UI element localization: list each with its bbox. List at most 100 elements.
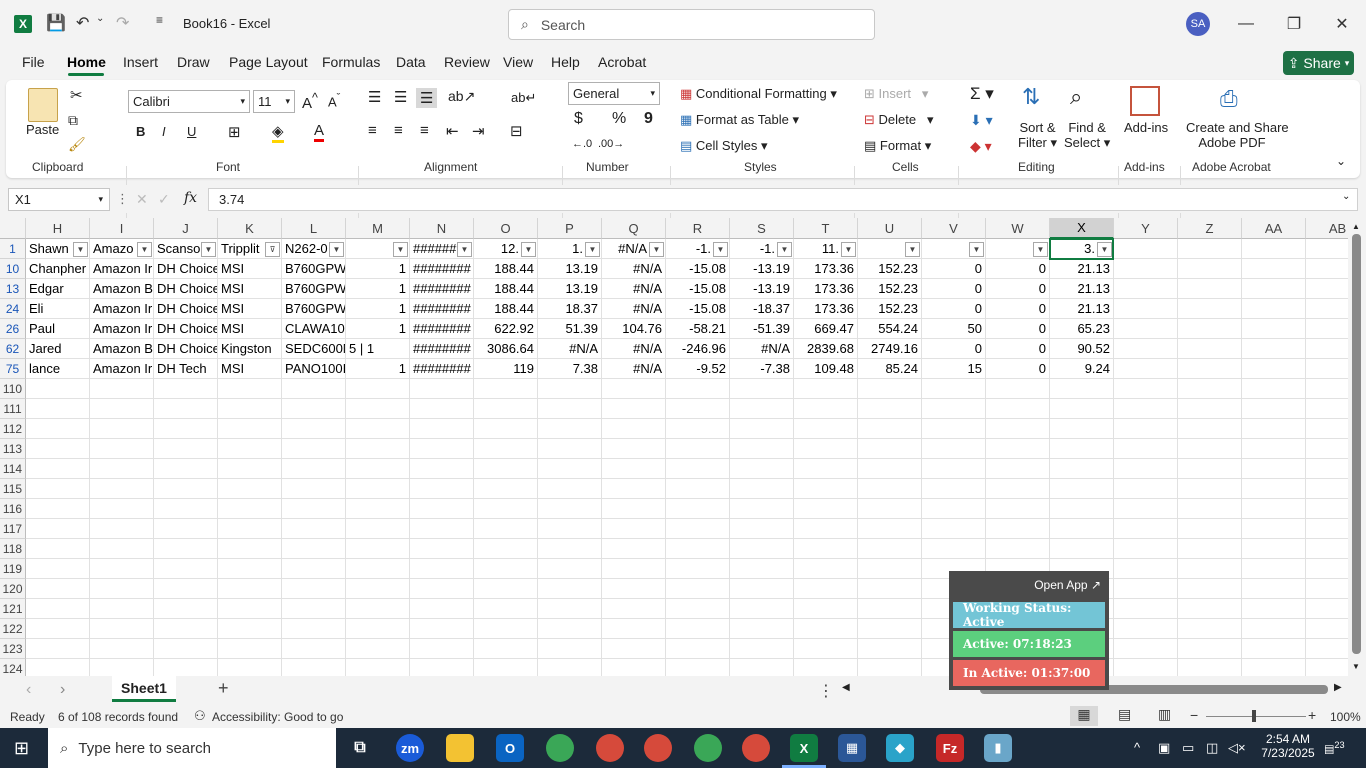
table-cell[interactable]: Amazon Ir (90, 259, 154, 279)
empty-cell[interactable] (1306, 639, 1348, 659)
row-header[interactable]: 1 (0, 239, 26, 259)
empty-cell[interactable] (1114, 579, 1178, 599)
empty-cell[interactable] (26, 439, 90, 459)
empty-cell[interactable] (218, 519, 282, 539)
table-cell[interactable]: Edgar (26, 279, 90, 299)
column-header-t[interactable]: T (794, 218, 858, 239)
italic-button[interactable]: I (162, 124, 166, 139)
empty-cell[interactable] (666, 439, 730, 459)
empty-cell[interactable] (1178, 259, 1242, 279)
empty-cell[interactable] (90, 659, 154, 676)
chrome-icon[interactable] (546, 734, 574, 762)
empty-cell[interactable] (1178, 499, 1242, 519)
font-name-select[interactable]: Calibri ▾ (128, 90, 250, 113)
file-explorer-icon[interactable] (446, 734, 474, 762)
empty-cell[interactable] (346, 619, 410, 639)
create-share-pdf-button[interactable]: Create and Share Adobe PDF (1186, 120, 1289, 150)
empty-cell[interactable] (346, 559, 410, 579)
tab-view[interactable]: View (503, 54, 533, 70)
empty-cell[interactable] (794, 599, 858, 619)
table-cell[interactable]: lance (26, 359, 90, 379)
column-header-h[interactable]: H (26, 218, 90, 239)
column-header-p[interactable]: P (538, 218, 602, 239)
table-cell[interactable]: 2749.16 (858, 339, 922, 359)
empty-cell[interactable] (602, 599, 666, 619)
cancel-entry-icon[interactable]: ✕ (136, 191, 148, 208)
empty-cell[interactable] (858, 419, 922, 439)
sheet-tab-sheet1[interactable]: Sheet1 (112, 676, 176, 702)
empty-cell[interactable] (1242, 339, 1306, 359)
empty-cell[interactable] (794, 419, 858, 439)
empty-cell[interactable] (90, 379, 154, 399)
empty-cell[interactable] (1114, 659, 1178, 676)
empty-cell[interactable] (1242, 579, 1306, 599)
table-cell[interactable]: 152.23 (858, 299, 922, 319)
empty-cell[interactable] (1114, 479, 1178, 499)
table-cell[interactable]: ######## (410, 359, 474, 379)
empty-cell[interactable] (474, 639, 538, 659)
empty-cell[interactable] (90, 579, 154, 599)
tab-formulas[interactable]: Formulas (322, 54, 380, 70)
empty-cell[interactable] (410, 559, 474, 579)
empty-cell[interactable] (1306, 399, 1348, 419)
empty-cell[interactable] (1178, 659, 1242, 676)
table-cell[interactable]: 15 (922, 359, 986, 379)
empty-cell[interactable] (346, 659, 410, 676)
select-all-corner[interactable] (0, 218, 26, 239)
table-cell[interactable]: MSI (218, 359, 282, 379)
add-ins-button[interactable]: Add-ins (1124, 120, 1168, 135)
empty-cell[interactable] (538, 559, 602, 579)
empty-cell[interactable] (1114, 279, 1178, 299)
table-cell[interactable]: 109.48 (794, 359, 858, 379)
empty-cell[interactable] (90, 619, 154, 639)
tab-draw[interactable]: Draw (177, 54, 210, 70)
empty-cell[interactable] (666, 459, 730, 479)
empty-cell[interactable] (282, 639, 346, 659)
empty-cell[interactable] (666, 599, 730, 619)
empty-cell[interactable] (538, 379, 602, 399)
table-cell[interactable]: 1 (346, 279, 410, 299)
empty-cell[interactable] (602, 459, 666, 479)
windows-start-icon[interactable]: ⊞ (14, 738, 29, 759)
avatar[interactable]: SA (1186, 12, 1210, 36)
empty-cell[interactable] (1306, 659, 1348, 676)
table-cell[interactable]: 152.23 (858, 259, 922, 279)
empty-cell[interactable] (26, 659, 90, 676)
table-cell[interactable]: #N/A (602, 339, 666, 359)
empty-cell[interactable] (90, 519, 154, 539)
scroll-left-icon[interactable]: ◀ (842, 682, 850, 693)
empty-cell[interactable] (474, 519, 538, 539)
empty-cell[interactable] (26, 379, 90, 399)
empty-cell[interactable] (1242, 639, 1306, 659)
empty-cell[interactable] (1050, 419, 1114, 439)
empty-cell[interactable] (1178, 379, 1242, 399)
empty-cell[interactable] (218, 459, 282, 479)
empty-cell[interactable] (986, 539, 1050, 559)
empty-cell[interactable] (26, 579, 90, 599)
empty-cell[interactable] (730, 519, 794, 539)
formula-input[interactable]: 3.74 (208, 188, 1358, 211)
empty-cell[interactable] (1114, 539, 1178, 559)
redo-icon[interactable]: ↷ (116, 13, 129, 33)
empty-cell[interactable] (474, 599, 538, 619)
empty-cell[interactable] (602, 619, 666, 639)
empty-cell[interactable] (1114, 459, 1178, 479)
table-cell[interactable]: -246.96 (666, 339, 730, 359)
table-cell[interactable]: 3086.64 (474, 339, 538, 359)
table-cell[interactable]: 0 (922, 339, 986, 359)
empty-cell[interactable] (602, 419, 666, 439)
empty-cell[interactable] (922, 519, 986, 539)
empty-cell[interactable] (474, 659, 538, 676)
empty-cell[interactable] (26, 619, 90, 639)
empty-cell[interactable] (410, 659, 474, 676)
empty-cell[interactable] (410, 539, 474, 559)
table-cell[interactable]: 554.24 (858, 319, 922, 339)
row-header[interactable]: 123 (0, 639, 26, 659)
table-cell[interactable]: DH Choice (154, 319, 218, 339)
empty-cell[interactable] (410, 579, 474, 599)
empty-cell[interactable] (410, 459, 474, 479)
empty-cell[interactable] (1050, 379, 1114, 399)
empty-cell[interactable] (1114, 339, 1178, 359)
empty-cell[interactable] (538, 519, 602, 539)
empty-cell[interactable] (346, 379, 410, 399)
